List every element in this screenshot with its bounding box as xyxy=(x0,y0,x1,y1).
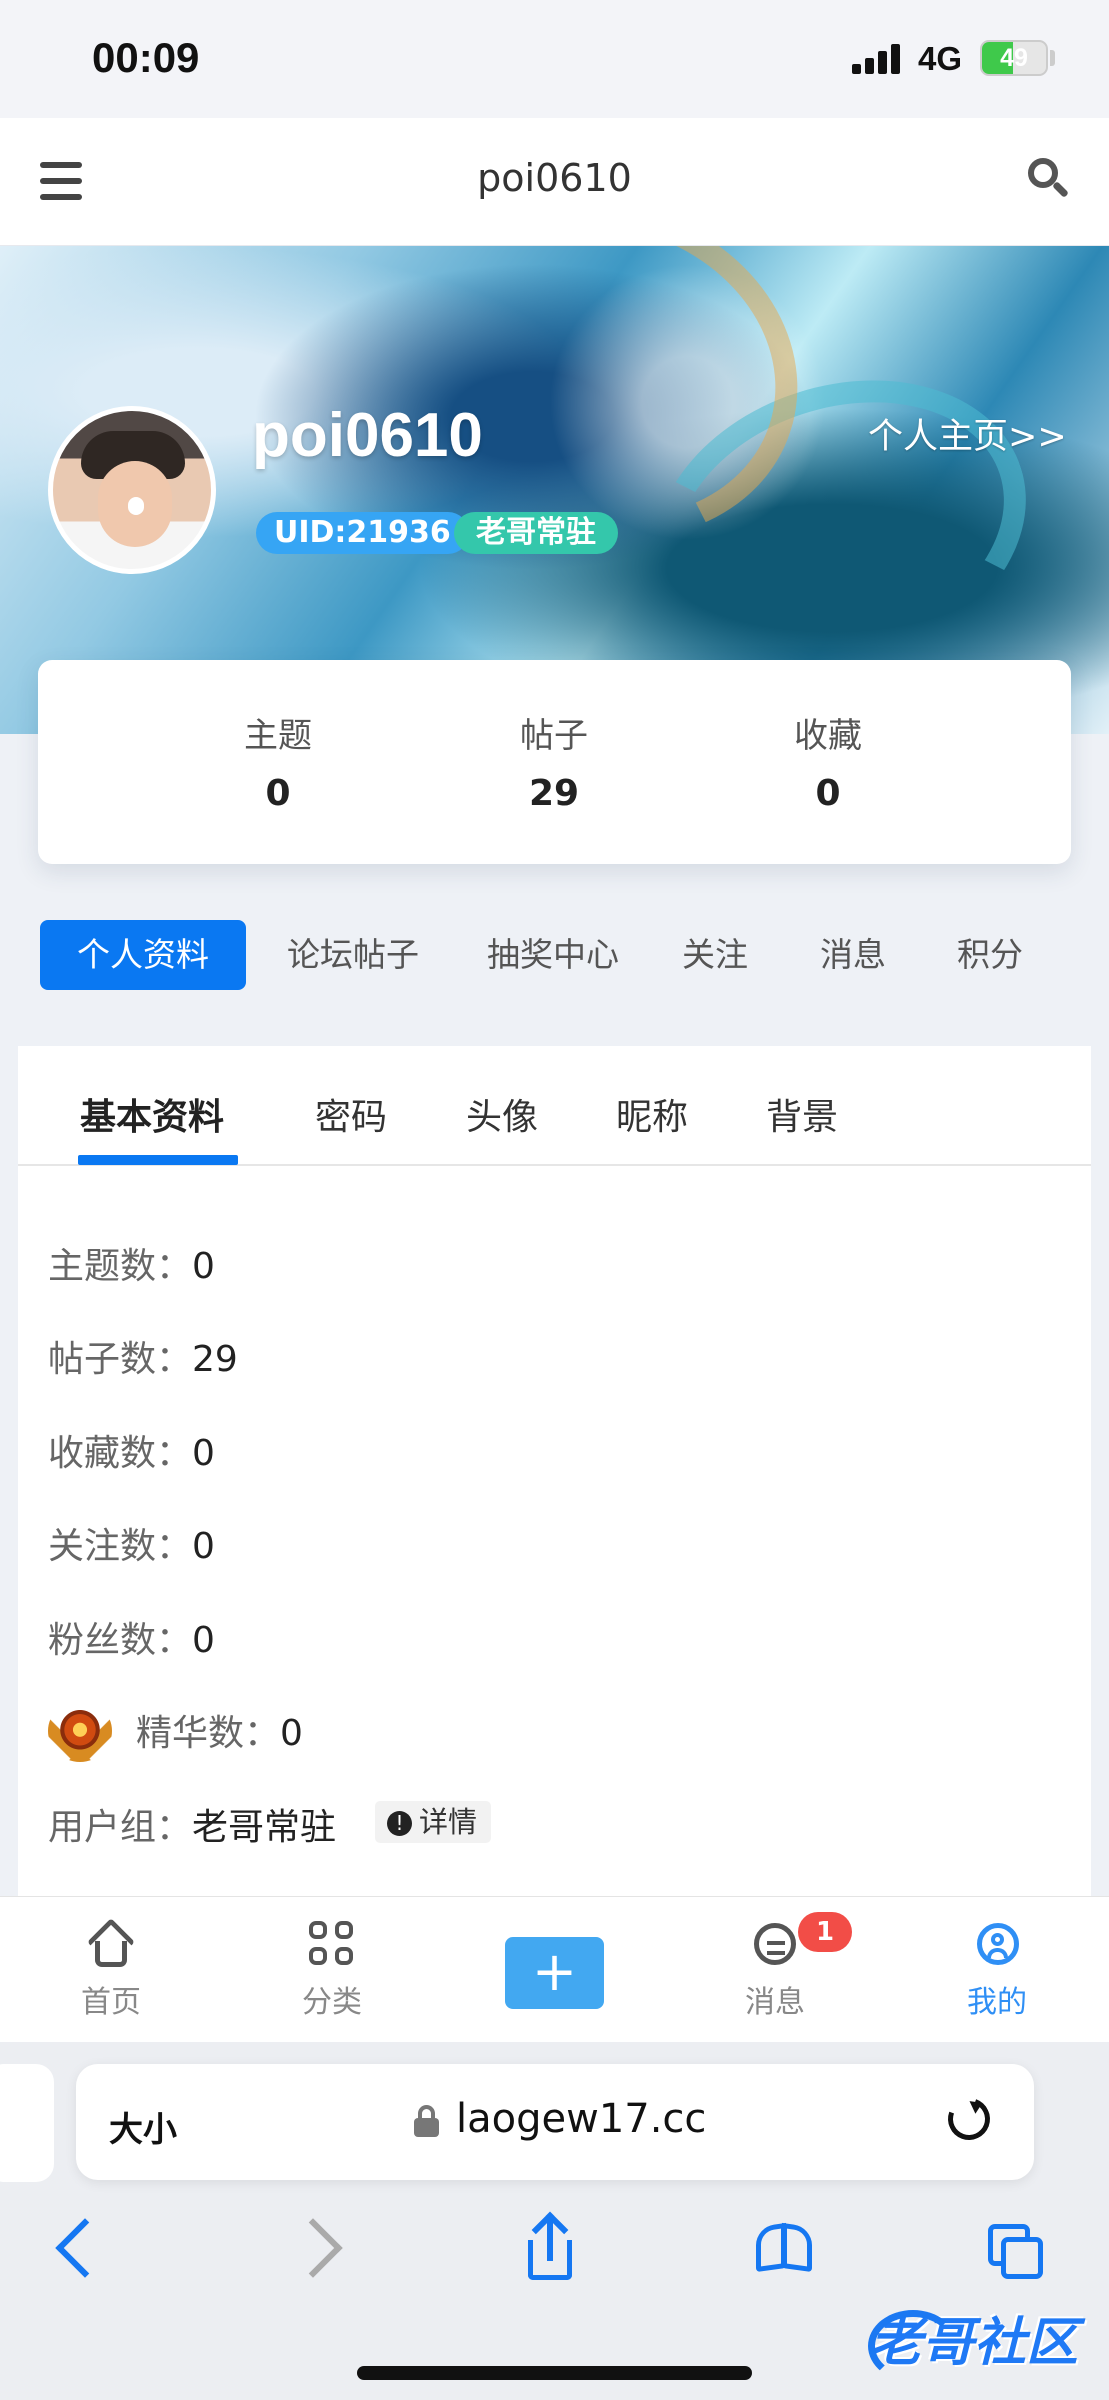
stat-value: 29 xyxy=(528,773,580,814)
info-row-posts: 帖子数：29 xyxy=(48,1330,238,1380)
stat-posts[interactable]: 帖子 29 xyxy=(404,708,704,814)
top-navigation: poi0610 xyxy=(0,118,1109,246)
previous-tab-preview[interactable] xyxy=(0,2064,54,2182)
subtab-avatar[interactable]: 头像 xyxy=(466,1088,538,1140)
message-count-badge: 1 xyxy=(798,1912,852,1952)
info-value: 0 xyxy=(192,1526,215,1567)
url-text[interactable]: laogew17.cc xyxy=(456,2096,706,2142)
username: poi0610 xyxy=(252,401,483,470)
reload-icon[interactable] xyxy=(941,2091,997,2147)
info-row-following: 关注数：0 xyxy=(48,1517,215,1567)
back-icon[interactable] xyxy=(40,2212,116,2284)
bottom-navigation: 首页 分类 + 消息 我的 xyxy=(0,1896,1109,2042)
stat-value: 0 xyxy=(265,773,291,814)
tabs-icon[interactable] xyxy=(976,2212,1052,2284)
info-label: 粉丝数： xyxy=(48,1620,193,1661)
info-label: 收藏数： xyxy=(48,1433,193,1474)
personal-homepage-link[interactable]: 个人主页>> xyxy=(868,408,1067,459)
bottom-nav-label: 消息 xyxy=(745,1985,805,2020)
browser-address-bar[interactable]: 大小 laogew17.cc xyxy=(76,2064,1034,2180)
info-row-essence: 精华数：0 xyxy=(136,1704,303,1754)
network-type: 4G xyxy=(918,40,963,77)
lock-icon xyxy=(414,2105,439,2137)
info-row-topics: 主题数：0 xyxy=(48,1237,215,1287)
home-icon xyxy=(84,1917,138,1971)
info-icon: ! xyxy=(387,1811,412,1836)
bottom-nav-home[interactable]: 首页 xyxy=(56,1917,166,2021)
stat-favorites[interactable]: 收藏 0 xyxy=(678,708,978,814)
info-row-followers: 粉丝数：0 xyxy=(48,1611,215,1661)
page-title: poi0610 xyxy=(477,156,632,200)
bottom-nav-label: 首页 xyxy=(81,1985,141,2020)
stat-value: 0 xyxy=(815,773,841,814)
dragon-emblem-icon xyxy=(48,1700,112,1762)
active-subtab-indicator xyxy=(78,1155,238,1165)
details-label: 详情 xyxy=(419,1805,478,1839)
tab-messages[interactable]: 消息 xyxy=(813,920,893,990)
category-grid-icon xyxy=(305,1917,359,1971)
home-indicator xyxy=(357,2366,752,2380)
info-value: 0 xyxy=(192,1433,215,1474)
share-icon[interactable] xyxy=(512,2211,588,2284)
create-post-button[interactable]: + xyxy=(505,1937,604,2009)
info-label: 用户组： xyxy=(48,1807,193,1848)
logo-watermark: 老哥社区 xyxy=(868,2300,1096,2382)
stat-topics[interactable]: 主题 0 xyxy=(128,708,428,814)
subtab-nickname[interactable]: 昵称 xyxy=(616,1088,688,1140)
tab-points[interactable]: 积分 xyxy=(950,920,1030,990)
info-label: 精华数： xyxy=(136,1713,281,1754)
info-row-favorites: 收藏数：0 xyxy=(48,1424,215,1474)
subtab-password[interactable]: 密码 xyxy=(315,1088,387,1140)
subtab-basic-info[interactable]: 基本资料 xyxy=(80,1088,224,1140)
battery-cap xyxy=(1050,50,1055,66)
info-value: 29 xyxy=(192,1339,238,1380)
info-value: 0 xyxy=(280,1713,303,1754)
bottom-nav-label: 我的 xyxy=(967,1985,1027,2020)
tab-profile[interactable]: 个人资料 xyxy=(40,920,246,990)
stat-label: 收藏 xyxy=(794,716,862,756)
bottom-nav-profile[interactable]: 我的 xyxy=(942,1917,1052,2021)
uid-badge: UID:21936 xyxy=(256,512,469,554)
bottom-nav-category[interactable]: 分类 xyxy=(277,1917,387,2021)
forward-icon[interactable] xyxy=(284,2212,360,2284)
battery-icon: 49 xyxy=(980,40,1048,76)
tab-following[interactable]: 关注 xyxy=(675,920,755,990)
info-value: 0 xyxy=(192,1246,215,1287)
user-group-badge: 老哥常驻 xyxy=(454,512,618,554)
bookmarks-icon[interactable] xyxy=(746,2212,822,2284)
stat-label: 主题 xyxy=(244,716,312,756)
status-time: 00:09 xyxy=(92,34,200,81)
user-group-details-button[interactable]: ! 详情 xyxy=(375,1801,492,1843)
text-size-button[interactable]: 大小 xyxy=(109,2102,177,2151)
status-bar: 00:09 4G 49 xyxy=(0,0,1109,118)
info-value: 0 xyxy=(192,1620,215,1661)
info-row-user-group: 用户组：老哥常驻 xyxy=(48,1798,336,1848)
info-label: 帖子数： xyxy=(48,1339,193,1380)
battery-percent: 49 xyxy=(1000,44,1028,72)
avatar[interactable] xyxy=(48,406,216,574)
info-label: 关注数： xyxy=(48,1526,193,1567)
profile-sub-tabs: 基本资料 密码 头像 昵称 背景 xyxy=(18,1046,1091,1166)
info-value: 老哥常驻 xyxy=(192,1807,337,1848)
search-icon[interactable] xyxy=(1028,158,1072,202)
bottom-nav-label: 分类 xyxy=(302,1985,362,2020)
message-icon xyxy=(748,1917,802,1971)
stat-label: 帖子 xyxy=(520,716,588,756)
user-profile-icon xyxy=(970,1917,1024,1971)
profile-stats-card: 主题 0 帖子 29 收藏 0 xyxy=(38,660,1071,864)
signal-icon xyxy=(852,42,902,74)
info-label: 主题数： xyxy=(48,1246,193,1287)
tab-forum-posts[interactable]: 论坛帖子 xyxy=(278,920,428,990)
tab-lottery-center[interactable]: 抽奖中心 xyxy=(478,920,628,990)
subtab-background[interactable]: 背景 xyxy=(766,1088,838,1140)
